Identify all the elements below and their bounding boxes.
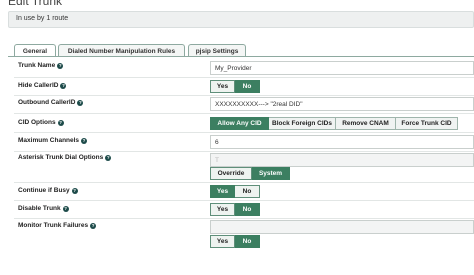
help-icon[interactable]: ?	[77, 99, 84, 106]
dial-options-toggle: Override System	[210, 167, 290, 180]
cid-options-group: Allow Any CID Block Foreign CIDs Remove …	[210, 117, 458, 130]
max-channels-label-text: Maximum Channels	[18, 137, 80, 144]
help-icon[interactable]: ?	[57, 62, 64, 69]
hide-callerid-label-text: Hide CallerID	[18, 82, 59, 89]
disable-trunk-label-text: Disable Trunk	[18, 205, 61, 212]
monitor-failures-yes-button[interactable]: Yes	[210, 235, 235, 248]
row-divider	[14, 218, 474, 219]
dial-options-label-text: Asterisk Trunk Dial Options	[18, 154, 104, 161]
row-divider	[14, 200, 474, 201]
force-trunk-cid-button[interactable]: Force Trunk CID	[396, 117, 458, 130]
usage-text: In use by 1 route	[16, 15, 69, 22]
max-channels-label: Maximum Channels?	[18, 137, 88, 144]
dial-options-value: T	[215, 157, 219, 164]
tab-general-label: General	[22, 47, 48, 55]
outbound-callerid-value: XXXXXXXXXX---> "2real DID"	[215, 101, 303, 108]
dial-options-label: Asterisk Trunk Dial Options?	[18, 154, 112, 161]
row-divider	[14, 95, 474, 96]
monitor-failures-input[interactable]	[210, 220, 474, 234]
monitor-failures-label-text: Monitor Trunk Failures	[18, 222, 89, 229]
help-icon[interactable]: ?	[71, 187, 78, 194]
block-foreign-cids-button[interactable]: Block Foreign CIDs	[269, 117, 336, 130]
monitor-failures-label: Monitor Trunk Failures?	[18, 222, 97, 229]
disable-trunk-yes-button[interactable]: Yes	[210, 203, 235, 216]
row-divider	[14, 113, 474, 114]
outbound-callerid-label-text: Outbound CallerID	[18, 99, 76, 106]
continue-if-busy-yes-button[interactable]: Yes	[210, 185, 235, 198]
trunk-name-input[interactable]: My_Provider	[210, 61, 474, 75]
system-button[interactable]: System	[252, 167, 290, 180]
override-button[interactable]: Override	[210, 167, 252, 180]
max-channels-input[interactable]: 6	[210, 135, 474, 149]
hide-callerid-no-button[interactable]: No	[235, 80, 260, 93]
help-icon[interactable]: ?	[105, 154, 112, 161]
dial-options-input[interactable]: T	[210, 153, 474, 167]
usage-notice: In use by 1 route	[8, 11, 474, 28]
max-channels-value: 6	[215, 139, 219, 146]
help-icon[interactable]: ?	[81, 137, 88, 144]
continue-if-busy-label: Continue if Busy?	[18, 187, 78, 194]
help-icon[interactable]: ?	[60, 82, 67, 89]
remove-cnam-button[interactable]: Remove CNAM	[336, 117, 396, 130]
row-divider	[14, 132, 474, 133]
monitor-failures-toggle: Yes No	[210, 235, 260, 248]
help-icon[interactable]: ?	[62, 205, 69, 212]
help-icon[interactable]: ?	[90, 222, 97, 229]
continue-if-busy-label-text: Continue if Busy	[18, 187, 70, 194]
trunk-name-value: My_Provider	[215, 65, 252, 72]
hide-callerid-yes-button[interactable]: Yes	[210, 80, 235, 93]
outbound-callerid-label: Outbound CallerID?	[18, 99, 84, 106]
cid-options-label-text: CID Options	[18, 119, 56, 126]
hide-callerid-label: Hide CallerID?	[18, 82, 67, 89]
row-divider	[14, 151, 474, 152]
disable-trunk-no-button[interactable]: No	[235, 203, 260, 216]
hide-callerid-toggle: Yes No	[210, 80, 260, 93]
monitor-failures-no-button[interactable]: No	[235, 235, 260, 248]
continue-if-busy-toggle: Yes No	[210, 185, 260, 198]
trunk-name-label-text: Trunk Name	[18, 62, 56, 69]
page-title: Edit Trunk	[8, 0, 63, 8]
allow-any-cid-button[interactable]: Allow Any CID	[210, 117, 269, 130]
disable-trunk-toggle: Yes No	[210, 203, 260, 216]
outbound-callerid-input[interactable]: XXXXXXXXXX---> "2real DID"	[210, 97, 474, 111]
cid-options-label: CID Options?	[18, 119, 64, 126]
row-divider	[14, 182, 474, 183]
trunk-name-label: Trunk Name?	[18, 62, 64, 69]
disable-trunk-label: Disable Trunk?	[18, 205, 69, 212]
tab-pjsip-label: pjsip Settings	[195, 47, 239, 55]
continue-if-busy-no-button[interactable]: No	[235, 185, 260, 198]
row-divider	[14, 77, 474, 78]
tab-dialed-number-label: Dialed Number Manipulation Rules	[67, 47, 176, 55]
help-icon[interactable]: ?	[57, 119, 64, 126]
tab-underline	[8, 56, 474, 57]
